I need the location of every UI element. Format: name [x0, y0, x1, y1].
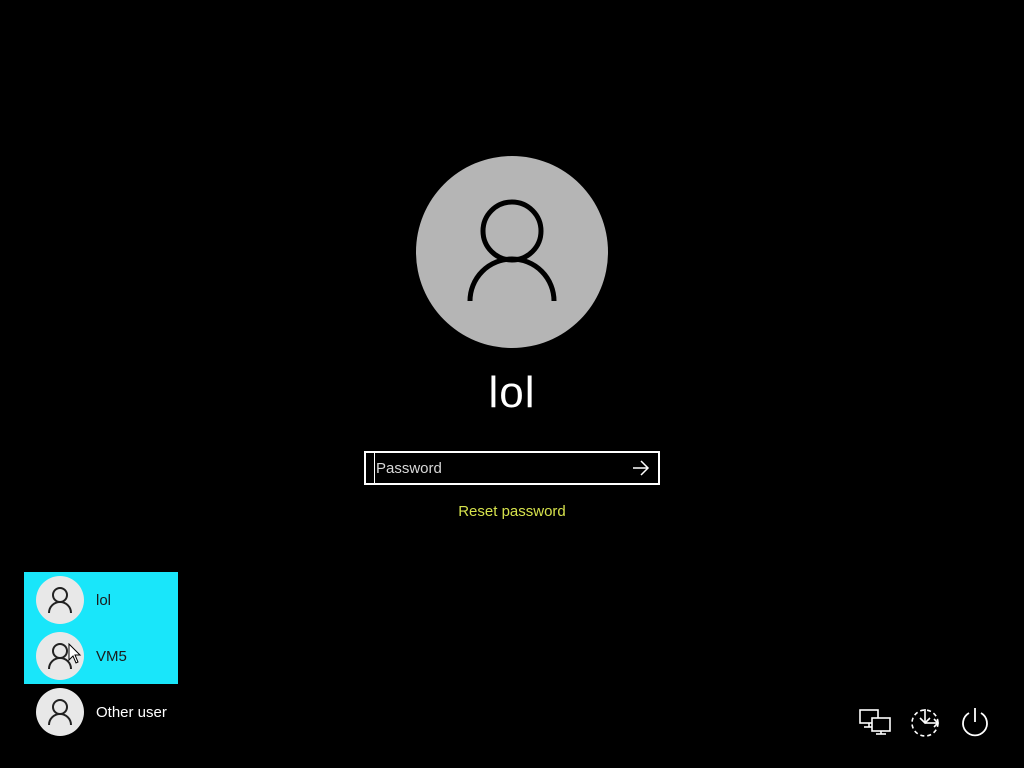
arrow-right-icon: [633, 460, 650, 476]
user-icon: [48, 699, 72, 726]
user-icon: [48, 643, 72, 670]
power-button[interactable]: [958, 704, 992, 740]
ease-of-access-button[interactable]: [908, 704, 942, 740]
lock-screen: lol Reset password lol VM5 Other user: [0, 0, 1024, 768]
network-icon: [859, 709, 891, 735]
user-item-label: Other user: [96, 703, 167, 721]
ease-of-access-icon: [911, 709, 940, 737]
user-avatar-large: [416, 156, 608, 348]
user-avatar: [36, 576, 84, 624]
user-icon: [467, 199, 557, 302]
user-item-lol[interactable]: lol: [24, 572, 178, 628]
user-avatar: [36, 632, 84, 680]
submit-button[interactable]: [624, 453, 658, 483]
user-icon: [48, 587, 72, 614]
username-label: lol: [488, 368, 536, 417]
password-box: [364, 451, 660, 485]
user-item-label: VM5: [96, 647, 127, 665]
password-input[interactable]: [374, 453, 624, 483]
network-button[interactable]: [858, 704, 892, 740]
user-list: lol VM5 Other user: [24, 572, 178, 740]
user-item-other-user[interactable]: Other user: [24, 684, 178, 740]
user-avatar: [36, 688, 84, 736]
user-item-label: lol: [96, 591, 112, 609]
user-item-vm5[interactable]: VM5: [24, 628, 178, 684]
system-tray: [858, 704, 992, 740]
power-icon: [962, 708, 988, 737]
reset-password-link[interactable]: Reset password: [412, 503, 612, 520]
